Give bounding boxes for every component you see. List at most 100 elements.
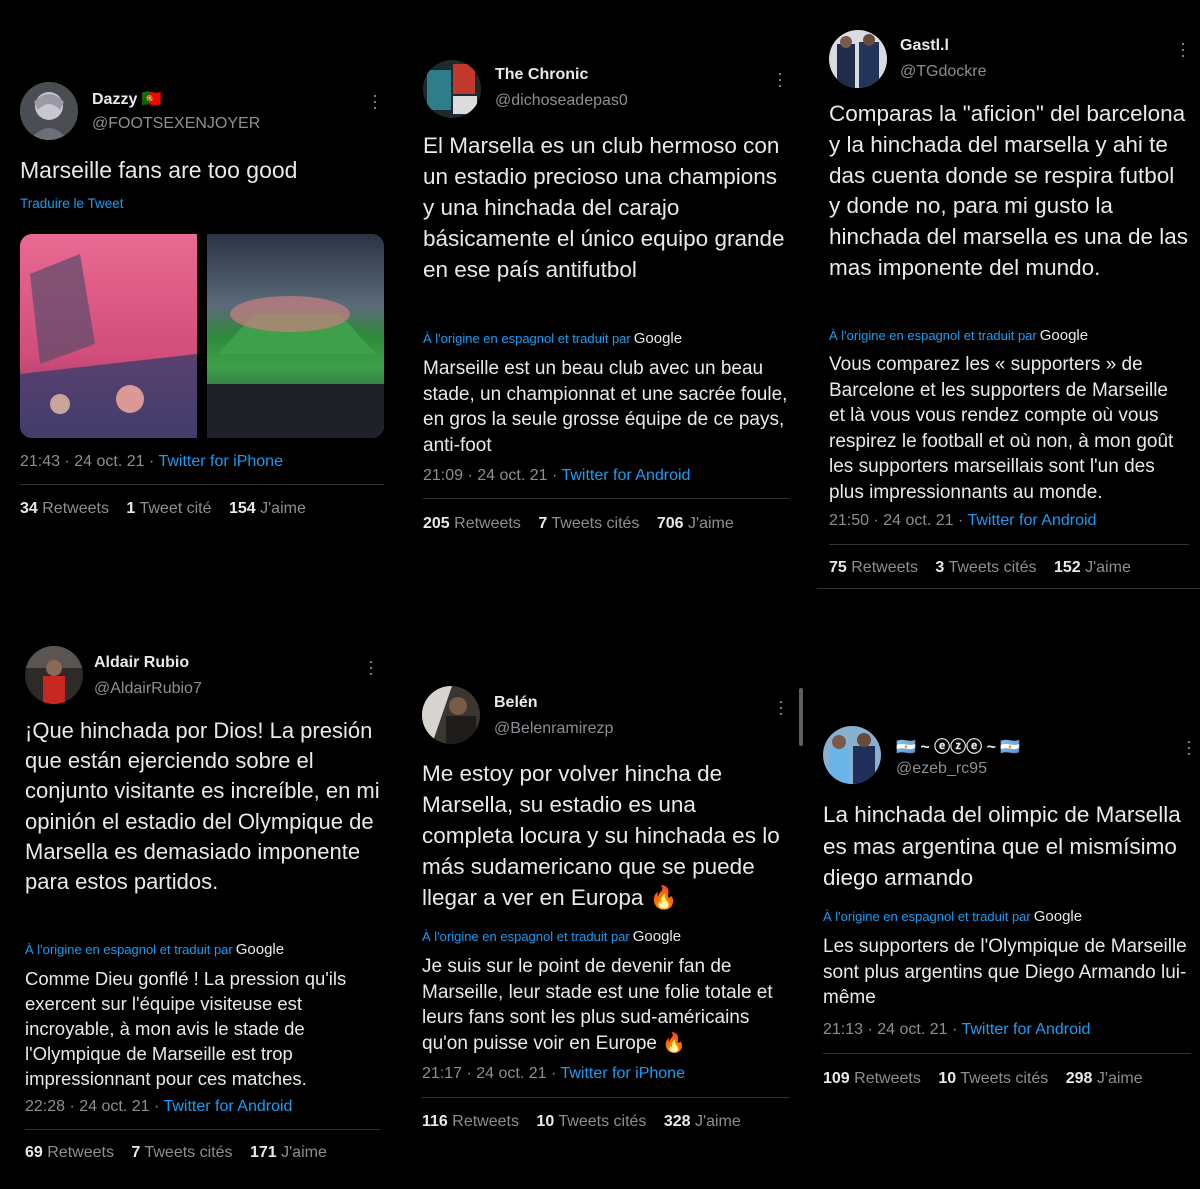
source-link[interactable]: Twitter for Android	[967, 512, 1096, 529]
quotes-count[interactable]: 1 Tweet cité	[126, 500, 211, 517]
retweets-count[interactable]: 75 Retweets	[829, 559, 918, 576]
tweet-text: La hinchada del olimpic de Marsella es m…	[823, 802, 1181, 890]
likes-label: J'aime	[281, 1144, 327, 1161]
likes-number: 706	[656, 515, 684, 532]
likes-count[interactable]: 706 J'aime	[657, 515, 734, 532]
translation-note: À l'origine en espagnol et traduit par	[25, 942, 233, 957]
avatar[interactable]	[25, 646, 83, 704]
avatar[interactable]	[422, 686, 480, 744]
source-link[interactable]: Twitter for Android	[561, 467, 690, 484]
display-name[interactable]: Gastl.l	[900, 37, 949, 55]
avatar-image	[829, 30, 887, 88]
tweet-text: ¡Que hinchada por Dios! La presión que e…	[25, 718, 380, 895]
likes-label: J'aime	[695, 1113, 741, 1130]
tweet-card: The Chronic @dichoseadepas0 · · · El Marse…	[423, 58, 791, 558]
source-link[interactable]: Twitter for iPhone	[158, 453, 283, 470]
retweets-count[interactable]: 34 Retweets	[20, 500, 109, 517]
display-name[interactable]: Dazzy 🇵🇹	[92, 89, 162, 109]
tweet-timestamp[interactable]: 21:43 · 24 oct. 21 · Twitter for iPhone	[20, 453, 283, 471]
translation-attribution: À l'origine en espagnol et traduit par Go…	[823, 908, 1082, 925]
likes-count[interactable]: 298 J'aime	[1066, 1070, 1143, 1087]
likes-count[interactable]: 154 J'aime	[229, 500, 306, 517]
likes-count[interactable]: 171 J'aime	[250, 1144, 327, 1161]
quotes-label: Tweets cités	[960, 1070, 1049, 1087]
display-name[interactable]: Belén	[494, 694, 538, 712]
translation-note: À l'origine en espagnol et traduit par	[829, 328, 1037, 343]
likes-count[interactable]: 328 J'aime	[664, 1113, 741, 1130]
retweets-count[interactable]: 69 Retweets	[25, 1144, 114, 1161]
timestamp-text[interactable]: 21:13 · 24 oct. 21 ·	[823, 1021, 961, 1038]
username[interactable]: @ezeb_rc95	[896, 760, 987, 778]
google-logo: Google	[632, 928, 682, 945]
more-options-icon[interactable]: · · ·	[1185, 732, 1193, 762]
quotes-number: 10	[938, 1070, 957, 1087]
display-name[interactable]: The Chronic	[495, 66, 588, 84]
username[interactable]: @FOOTSEXENJOYER	[92, 115, 260, 133]
more-options-icon[interactable]: · · ·	[777, 692, 785, 722]
translated-text: Je suis sur le point de devenir fan de M…	[422, 956, 773, 1054]
likes-count[interactable]: 152 J'aime	[1054, 559, 1131, 576]
retweets-count[interactable]: 109 Retweets	[823, 1070, 921, 1087]
likes-label: J'aime	[688, 515, 734, 532]
engagement-stats: 75 Retweets 3 Tweets cités 152 J'aime	[829, 559, 1131, 577]
timestamp-text[interactable]: 21:43 · 24 oct. 21 ·	[20, 453, 158, 470]
username[interactable]: @AldairRubio7	[94, 680, 202, 698]
display-name[interactable]: Aldair Rubio	[94, 654, 189, 672]
avatar-image	[423, 60, 481, 118]
likes-label: J'aime	[1096, 1070, 1143, 1087]
timestamp-text[interactable]: 21:09 · 24 oct. 21 ·	[423, 467, 561, 484]
tweet-card: Belén @Belenramirezp · · · Me estoy por vo…	[422, 686, 792, 1166]
username[interactable]: @TGdockre	[900, 63, 986, 81]
tweet-card: 🇦🇷 ~ ⓔⓩⓔ ~ 🇦🇷 @ezeb_rc95 · · · La hinchada…	[823, 726, 1193, 1166]
translation-note: À l'origine en espagnol et traduit par	[423, 331, 631, 346]
media-image[interactable]	[20, 234, 384, 438]
tweet-timestamp[interactable]: 21:50 · 24 oct. 21 · Twitter for Android	[829, 512, 1096, 530]
quotes-number: 7	[131, 1144, 141, 1161]
tweet-timestamp[interactable]: 21:17 · 24 oct. 21 · Twitter for iPhone	[422, 1065, 685, 1083]
avatar[interactable]	[829, 30, 887, 88]
more-options-icon[interactable]: · · ·	[776, 64, 784, 94]
retweets-count[interactable]: 116 Retweets	[422, 1113, 519, 1130]
quotes-count[interactable]: 7 Tweets cités	[538, 515, 639, 532]
avatar[interactable]	[823, 726, 881, 784]
card-bottom-divider	[817, 588, 1200, 589]
translation-note: À l'origine en espagnol et traduit par	[422, 929, 630, 944]
engagement-stats: 116 Retweets 10 Tweets cités 328 J'aime	[422, 1113, 741, 1131]
avatar[interactable]	[20, 82, 78, 140]
source-link[interactable]: Twitter for iPhone	[560, 1065, 685, 1082]
tweet-text: Me estoy por volver hincha de Marsella, …	[422, 761, 780, 910]
tweet-timestamp[interactable]: 21:13 · 24 oct. 21 · Twitter for Android	[823, 1021, 1090, 1039]
quotes-count[interactable]: 7 Tweets cités	[131, 1144, 232, 1161]
quotes-count[interactable]: 3 Tweets cités	[935, 559, 1036, 576]
quotes-count[interactable]: 10 Tweets cités	[938, 1070, 1048, 1087]
divider	[829, 544, 1189, 545]
retweets-count[interactable]: 205 Retweets	[423, 515, 521, 532]
source-link[interactable]: Twitter for Android	[163, 1098, 292, 1115]
avatar[interactable]	[423, 60, 481, 118]
more-options-icon[interactable]: · · ·	[367, 652, 375, 682]
likes-label: J'aime	[1085, 559, 1131, 576]
more-options-icon[interactable]: · · ·	[1179, 34, 1187, 64]
retweets-number: 205	[423, 515, 450, 532]
retweets-number: 109	[823, 1070, 850, 1087]
translate-tweet-link[interactable]: Traduire le Tweet	[20, 196, 124, 211]
tweet-timestamp[interactable]: 21:09 · 24 oct. 21 · Twitter for Android	[423, 467, 690, 485]
translation-attribution: À l'origine en espagnol et traduit par Go…	[25, 941, 284, 958]
username[interactable]: @Belenramirezp	[494, 720, 613, 738]
timestamp-text[interactable]: 21:50 · 24 oct. 21 ·	[829, 512, 967, 529]
divider	[20, 484, 384, 485]
scrollbar[interactable]	[799, 688, 803, 746]
quotes-count[interactable]: 10 Tweets cités	[536, 1113, 646, 1130]
timestamp-text[interactable]: 21:17 · 24 oct. 21 ·	[422, 1065, 560, 1082]
quotes-label: Tweets cités	[948, 559, 1037, 576]
source-link[interactable]: Twitter for Android	[961, 1021, 1090, 1038]
username[interactable]: @dichoseadepas0	[495, 92, 628, 110]
display-name[interactable]: 🇦🇷 ~ ⓔⓩⓔ ~ 🇦🇷	[896, 733, 1020, 757]
divider	[423, 498, 789, 499]
tweet-card: Aldair Rubio @AldairRubio7 · · · ¡Que hinc…	[25, 646, 381, 1176]
timestamp-text[interactable]: 22:28 · 24 oct. 21 ·	[25, 1098, 163, 1115]
more-options-icon[interactable]: · · ·	[371, 86, 379, 116]
tweet-timestamp[interactable]: 22:28 · 24 oct. 21 · Twitter for Android	[25, 1098, 292, 1116]
translated-text: Vous comparez les « supporters » de Barc…	[829, 354, 1174, 503]
translation-attribution: À l'origine en espagnol et traduit par Go…	[423, 330, 682, 347]
